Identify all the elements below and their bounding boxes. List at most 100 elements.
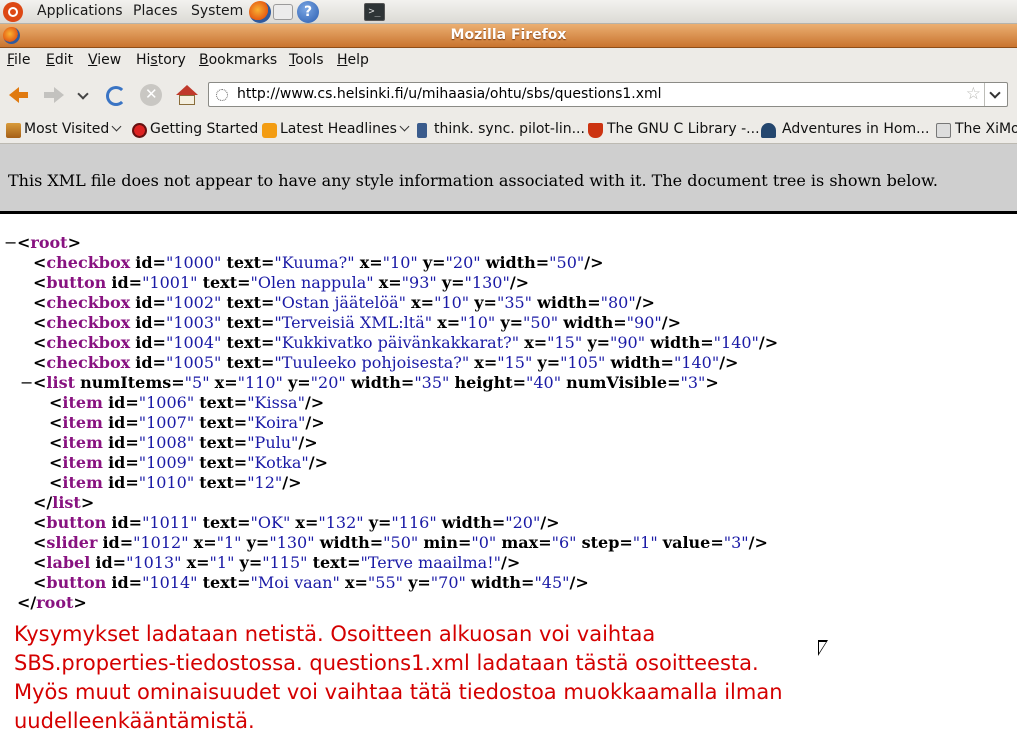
bookmark-latest-headlines[interactable]: Latest Headlines xyxy=(280,121,410,137)
terminal-launcher-icon[interactable]: >_ xyxy=(364,3,385,21)
xml-attr-name: width xyxy=(563,313,614,332)
xml-bracket: < xyxy=(49,453,63,472)
ubuntu-logo-icon[interactable] xyxy=(3,2,23,22)
xml-attr-name: id xyxy=(135,253,153,272)
xml-bracket: < xyxy=(33,253,47,272)
stop-icon[interactable] xyxy=(138,82,164,108)
xml-attr-value: "1" xyxy=(216,533,242,552)
bookmark-label: Most Visited xyxy=(24,121,110,137)
mail-launcher-icon[interactable] xyxy=(273,4,293,20)
xml-equals: = xyxy=(483,353,498,372)
bookmark-most-visited[interactable]: Most Visited xyxy=(24,121,122,137)
applications-menu[interactable]: Applications xyxy=(37,3,123,19)
xml-attr-name: width xyxy=(470,573,522,592)
xml-attr-name: width xyxy=(650,333,701,352)
menu-help[interactable]: Help xyxy=(337,52,369,68)
home-icon[interactable] xyxy=(174,82,200,108)
xml-attr-value: "80" xyxy=(600,293,636,312)
collapse-root-icon[interactable]: − xyxy=(4,233,17,252)
history-dropdown-icon[interactable] xyxy=(76,82,90,108)
xml-tag-name: item xyxy=(62,393,103,412)
menu-tools[interactable]: Tools xyxy=(289,52,324,68)
bookmark-gnu-c-library[interactable]: The GNU C Library -... xyxy=(607,121,760,137)
xml-attr-value: "1000" xyxy=(165,253,222,272)
xml-equals: = xyxy=(619,533,633,552)
menu-view[interactable]: View xyxy=(88,52,121,68)
menu-bookmarks[interactable]: Bookmarks xyxy=(199,52,277,68)
address-bar[interactable]: http://www.cs.helsinki.fi/u/mihaasia/oht… xyxy=(208,82,1008,107)
bookmark-adventures[interactable]: Adventures in Hom... xyxy=(782,121,929,137)
xml-attr-name: y xyxy=(500,313,510,332)
menu-history[interactable]: History xyxy=(136,52,186,68)
firefox-launcher-icon[interactable] xyxy=(249,1,271,23)
xml-equals: = xyxy=(171,373,185,392)
xml-attr-name: height xyxy=(454,373,513,392)
xml-element-item: <item id="1008" text="Pulu"/> xyxy=(49,433,318,453)
xml-element-checkbox: <checkbox id="1003" text="Terveisiä XML:… xyxy=(33,313,681,333)
xml-element-checkbox: <checkbox id="1005" text="Tuuleeko pohjo… xyxy=(33,353,738,373)
xml-equals: = xyxy=(354,573,368,592)
xml-attr-value: "1006" xyxy=(138,393,195,412)
xml-attr-name: y xyxy=(587,333,597,352)
xml-equals: = xyxy=(432,253,446,272)
url-dropdown-icon[interactable] xyxy=(984,83,1007,106)
xml-attr-name: text xyxy=(202,573,238,592)
site-identity-icon[interactable] xyxy=(215,88,229,102)
xml-attr-value: "0" xyxy=(471,533,497,552)
xml-attr-value: "40" xyxy=(526,373,562,392)
xml-attr-value: "90" xyxy=(626,313,662,332)
menu-edit[interactable]: Edit xyxy=(46,52,73,68)
xml-attr-name: numItems xyxy=(80,373,172,392)
xml-attr-name: text xyxy=(226,313,261,332)
xml-attr-value: "20" xyxy=(505,513,541,532)
xml-element-checkbox: <checkbox id="1002" text="Ostan jäätelöä… xyxy=(33,293,655,313)
xml-attr-value: "116" xyxy=(391,513,437,532)
system-menu[interactable]: System xyxy=(191,3,243,19)
xml-element-slider: <slider id="1012" x="1" y="130" width="5… xyxy=(33,533,768,553)
bookmark-star-icon[interactable]: ☆ xyxy=(966,84,981,104)
xml-equals: = xyxy=(710,533,724,552)
xml-attr-value: "50" xyxy=(523,313,559,332)
url-text[interactable]: http://www.cs.helsinki.fi/u/mihaasia/oht… xyxy=(237,86,662,102)
xml-attr-name: x xyxy=(474,353,484,372)
xml-tag-name: item xyxy=(62,413,103,432)
xml-equals: = xyxy=(297,373,311,392)
bookmark-think-sync[interactable]: think. sync. pilot-lin... xyxy=(434,121,585,137)
xml-equals: = xyxy=(233,473,248,492)
xml-equals: = xyxy=(128,573,143,592)
annotation-text: Kysymykset ladataan netistä. Osoitteen a… xyxy=(14,620,1009,736)
help-launcher-icon[interactable]: ? xyxy=(297,1,319,23)
reload-icon[interactable] xyxy=(102,82,128,108)
bookmark-getting-started[interactable]: Getting Started xyxy=(150,121,258,137)
menubar: File Edit View History Bookmarks Tools Help xyxy=(0,48,1017,74)
xml-attr-value: "1013" xyxy=(126,553,182,572)
xml-attr-name: text xyxy=(202,513,238,532)
xml-equals: = xyxy=(152,313,166,332)
back-arrow-icon[interactable] xyxy=(6,82,32,108)
xml-bracket: </ xyxy=(17,593,37,612)
xml-equals: = xyxy=(233,393,248,412)
xml-attr-name: id xyxy=(108,433,126,452)
xml-tag-name: checkbox xyxy=(46,333,131,352)
xml-equals: = xyxy=(152,353,166,372)
xml-attr-name: y xyxy=(408,573,418,592)
xml-attr-name: width xyxy=(610,353,661,372)
window-titlebar[interactable]: Mozilla Firefox xyxy=(0,24,1017,48)
xml-bracket: /> xyxy=(304,393,325,412)
xml-attr-name: value xyxy=(662,533,711,552)
collapse-list-icon[interactable]: − xyxy=(20,373,33,392)
forward-arrow-icon[interactable] xyxy=(41,82,67,108)
bookmark-ximo[interactable]: The XiMo xyxy=(955,121,1017,137)
xml-attr-name: id xyxy=(135,293,153,312)
xml-attr-name: id xyxy=(135,313,153,332)
xml-attr-name: width xyxy=(537,293,588,312)
places-menu[interactable]: Places xyxy=(133,3,178,19)
xml-equals: = xyxy=(196,553,210,572)
xml-bracket: < xyxy=(49,393,63,412)
menu-file[interactable]: File xyxy=(7,52,30,68)
xml-style-info-text: This XML file does not appear to have an… xyxy=(8,171,938,190)
xml-attr-value: "1002" xyxy=(165,293,222,312)
annotation-line: SBS.properties-tiedostossa. questions1.x… xyxy=(14,651,759,675)
xml-attr-value: "Kotka" xyxy=(247,453,309,472)
xml-attr-value: "1004" xyxy=(165,333,222,352)
